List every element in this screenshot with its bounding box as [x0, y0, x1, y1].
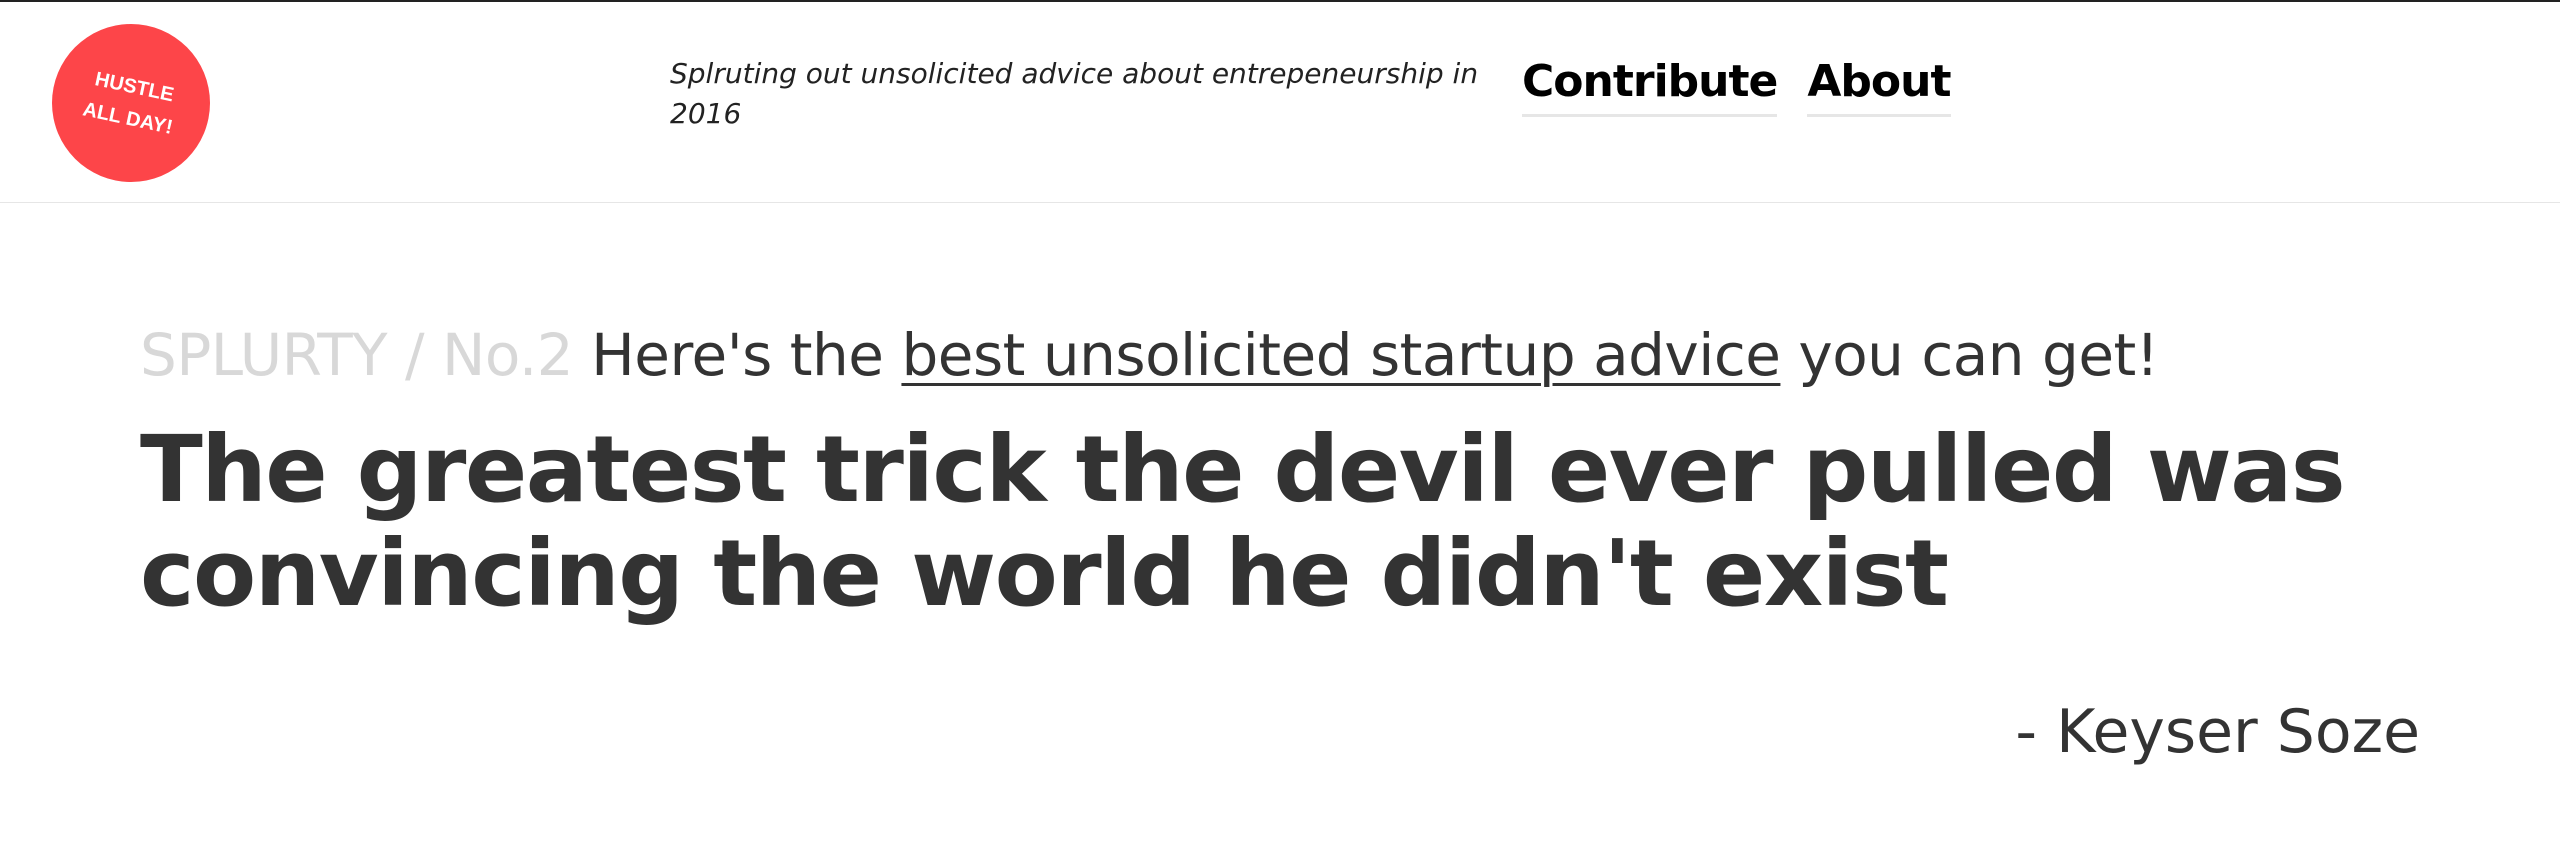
kicker-prefix: Here's the — [591, 321, 884, 389]
series-label: SPLURTY / No.2 — [140, 321, 574, 389]
advice-quote: The greatest trick the devil ever pulled… — [140, 416, 2346, 627]
nav-contribute-link[interactable]: Contribute — [1522, 52, 1778, 117]
logo-text: HUSTLE ALL DAY! — [80, 68, 176, 139]
kicker-suffix: you can get! — [1798, 321, 2159, 389]
advice-kicker: SPLURTY / No.2 Here's the best unsolicit… — [140, 310, 2430, 400]
logo-link[interactable]: HUSTLE ALL DAY! — [52, 24, 210, 182]
main-nav: Contribute About — [1522, 52, 1952, 117]
site-header: HUSTLE ALL DAY! Splruting out unsolicite… — [0, 2, 2560, 203]
site-tagline: Splruting out unsolicited advice about e… — [670, 57, 1479, 130]
quote-author: - Keyser Soze — [2015, 697, 2420, 767]
best-advice-link[interactable]: best unsolicited startup advice — [901, 321, 1781, 389]
nav-about-link[interactable]: About — [1807, 52, 1952, 117]
advice-content: SPLURTY / No.2 Here's the best unsolicit… — [140, 310, 2430, 767]
